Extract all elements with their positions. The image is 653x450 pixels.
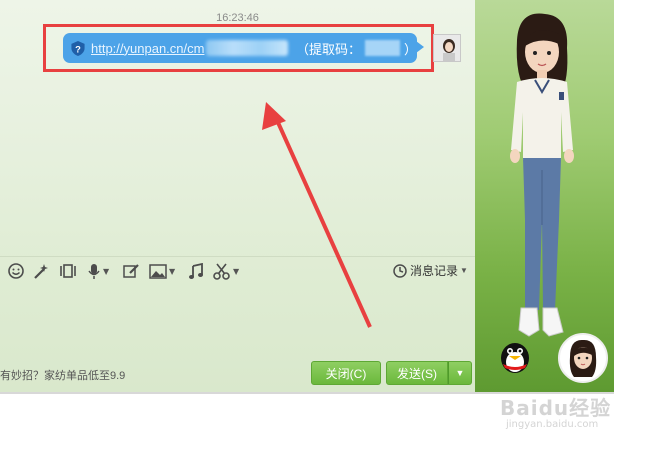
page-margin: [614, 0, 653, 392]
red-arrow-annotation: [262, 102, 372, 328]
qq-penguin-icon[interactable]: [495, 336, 535, 376]
watermark: Baidu经验 jingyan.baidu.com: [500, 392, 611, 430]
watermark-main: Baidu经验: [500, 396, 612, 420]
avatar-image: [569, 339, 597, 377]
profile-avatar[interactable]: [558, 333, 608, 383]
character-show-panel: [475, 0, 614, 392]
watermark-sub: jingyan.baidu.com: [506, 419, 599, 430]
character-illustration: [510, 13, 574, 337]
